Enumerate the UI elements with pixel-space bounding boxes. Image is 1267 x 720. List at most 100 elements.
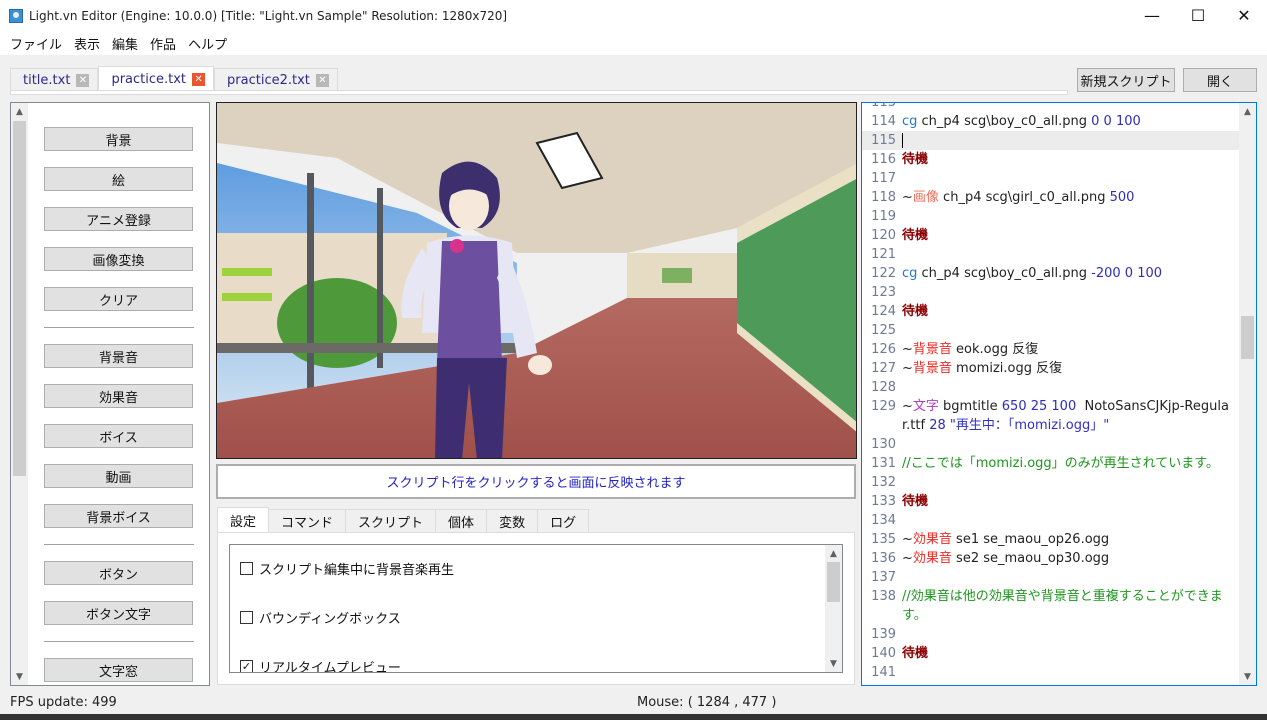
tab-label: practice.txt [111,72,187,87]
scroll-down-icon[interactable]: ▼ [1239,668,1256,685]
cmd-image-convert-button[interactable]: 画像変換 [44,247,193,271]
minimize-button[interactable]: — [1129,0,1175,31]
settings-scrollbar[interactable]: ▲ ▼ [825,545,842,672]
line-number: 123 [871,285,896,300]
setting-realtime-preview[interactable]: ✓ リアルタイムプレビュー [240,657,401,672]
script-line[interactable]: 129 ~文字 bgmtitle 650 25 100 NotoSansCJKjp… [862,397,1239,435]
line-number: 136 [871,551,896,566]
menu-help[interactable]: ヘルプ [182,34,233,53]
checkbox[interactable] [240,611,253,624]
script-line[interactable]: 136 ~効果音 se2 se_maou_op30.ogg [862,549,1239,568]
cmd-clear-button[interactable]: クリア [44,287,193,311]
cmd-bgm-button[interactable]: 背景音 [44,344,193,368]
tab-practice-txt[interactable]: practice.txt ✕ [98,66,215,92]
line-number: 138 [871,589,896,604]
menu-view[interactable]: 表示 [68,34,106,53]
script-line[interactable]: 113 [862,103,1239,112]
script-line[interactable]: 121 [862,245,1239,264]
command-panel-scrollbar[interactable]: ▲ ▼ [11,103,28,685]
script-line[interactable]: 140 待機 [862,644,1239,663]
script-line[interactable]: 118 ~画像 ch_p4 scg\girl_c0_all.png 500 [862,188,1239,207]
script-line[interactable]: 137 [862,568,1239,587]
script-line[interactable]: 120 待機 [862,226,1239,245]
script-line[interactable]: 134 [862,511,1239,530]
cmd-background-button[interactable]: 背景 [44,127,193,151]
line-code: ~文字 bgmtitle 650 25 100 NotoSansCJKjp-Re… [902,397,1239,435]
line-number: 121 [871,247,896,262]
script-line[interactable]: 128 [862,378,1239,397]
script-line[interactable]: 123 [862,283,1239,302]
cmd-text-window-button[interactable]: 文字窓 [44,658,193,682]
scroll-down-icon[interactable]: ▼ [11,668,28,685]
script-line[interactable]: 125 [862,321,1239,340]
tab-log[interactable]: ログ [538,509,590,533]
close-button[interactable]: ✕ [1221,0,1267,31]
setting-bgm-while-editing[interactable]: スクリプト編集中に背景音楽再生 [240,559,454,578]
checkbox-checked[interactable]: ✓ [240,660,253,672]
cmd-picture-button[interactable]: 絵 [44,167,193,191]
script-line[interactable]: 132 [862,473,1239,492]
code-token: 効果音 [912,532,952,547]
script-line[interactable]: 114 cg ch_p4 scg\boy_c0_all.png 0 0 100 [862,112,1239,131]
scroll-up-icon[interactable]: ▲ [1239,103,1256,120]
tab-close-icon[interactable]: ✕ [192,73,206,86]
checkbox[interactable] [240,562,253,575]
script-editor[interactable]: 113 114 cg ch_p4 scg\boy_c0_all.png 0 0 10… [861,102,1257,686]
code-token: ch_p4 scg\boy_c0_all.png [917,114,1092,129]
scroll-up-icon[interactable]: ▲ [11,103,28,120]
menu-file[interactable]: ファイル [4,34,68,53]
scrollbar-thumb[interactable] [13,121,26,476]
scroll-up-icon[interactable]: ▲ [825,545,842,562]
tab-title-txt[interactable]: title.txt ✕ [10,68,99,92]
line-number: 126 [871,342,896,357]
menu-work[interactable]: 作品 [144,34,182,53]
tab-close-icon[interactable]: ✕ [315,74,329,87]
open-button[interactable]: 開く [1183,68,1257,92]
scrollbar-thumb[interactable] [827,562,840,602]
script-line[interactable]: 139 [862,625,1239,644]
setting-bounding-box[interactable]: バウンディングボックス [240,608,401,627]
cmd-voice-button[interactable]: ボイス [44,424,193,448]
line-number: 132 [871,475,896,490]
script-line[interactable]: 115 [862,131,1239,150]
preview-hint: スクリプト行をクリックすると画面に反映されます [216,464,856,499]
script-line[interactable]: 130 [862,435,1239,454]
script-line[interactable]: 141 [862,663,1239,682]
script-line[interactable]: 127 ~背景音 momizi.ogg 反復 [862,359,1239,378]
cmd-bg-voice-button[interactable]: 背景ボイス [44,504,193,528]
cmd-button-text-button[interactable]: ボタン文字 [44,601,193,625]
editor-scrollbar[interactable]: ▲ ▼ [1239,103,1256,685]
cmd-anime-register-button[interactable]: アニメ登録 [44,207,193,231]
tab-settings[interactable]: 設定 [217,507,270,533]
script-line[interactable]: 135 ~効果音 se1 se_maou_op26.ogg [862,530,1239,549]
script-line[interactable]: 116 待機 [862,150,1239,169]
tab-variables[interactable]: 変数 [487,509,539,533]
scroll-down-icon[interactable]: ▼ [825,655,842,672]
menu-edit[interactable]: 編集 [106,34,144,53]
tab-objects[interactable]: 個体 [436,509,488,533]
cmd-sound-effect-button[interactable]: 効果音 [44,384,193,408]
maximize-button[interactable]: ☐ [1175,0,1221,31]
cmd-video-button[interactable]: 動画 [44,464,193,488]
script-line[interactable]: 117 [862,169,1239,188]
cmd-button-button[interactable]: ボタン [44,561,193,585]
script-line[interactable]: 126 ~背景音 eok.ogg 反復 [862,340,1239,359]
tab-script[interactable]: スクリプト [346,509,437,533]
script-line[interactable]: 124 待機 [862,302,1239,321]
tab-close-icon[interactable]: ✕ [76,74,90,87]
tab-practice2-txt[interactable]: practice2.txt ✕ [214,68,338,92]
script-line[interactable]: 119 [862,207,1239,226]
script-line[interactable]: 131 //ここでは「momizi.ogg」のみが再生されています。 [862,454,1239,473]
script-line[interactable]: 122 cg ch_p4 scg\boy_c0_all.png -200 0 10… [862,264,1239,283]
new-script-button[interactable]: 新規スクリプト [1077,68,1175,92]
setting-label: スクリプト編集中に背景音楽再生 [259,563,455,578]
code-token: 28 [929,418,946,433]
scrollbar-thumb[interactable] [1241,316,1254,359]
scene-preview[interactable] [216,102,857,459]
tab-commands[interactable]: コマンド [269,509,347,533]
script-line[interactable]: 133 待機 [862,492,1239,511]
script-line[interactable]: 138 //効果音は他の効果音や背景音と重複することができます。 [862,587,1239,625]
